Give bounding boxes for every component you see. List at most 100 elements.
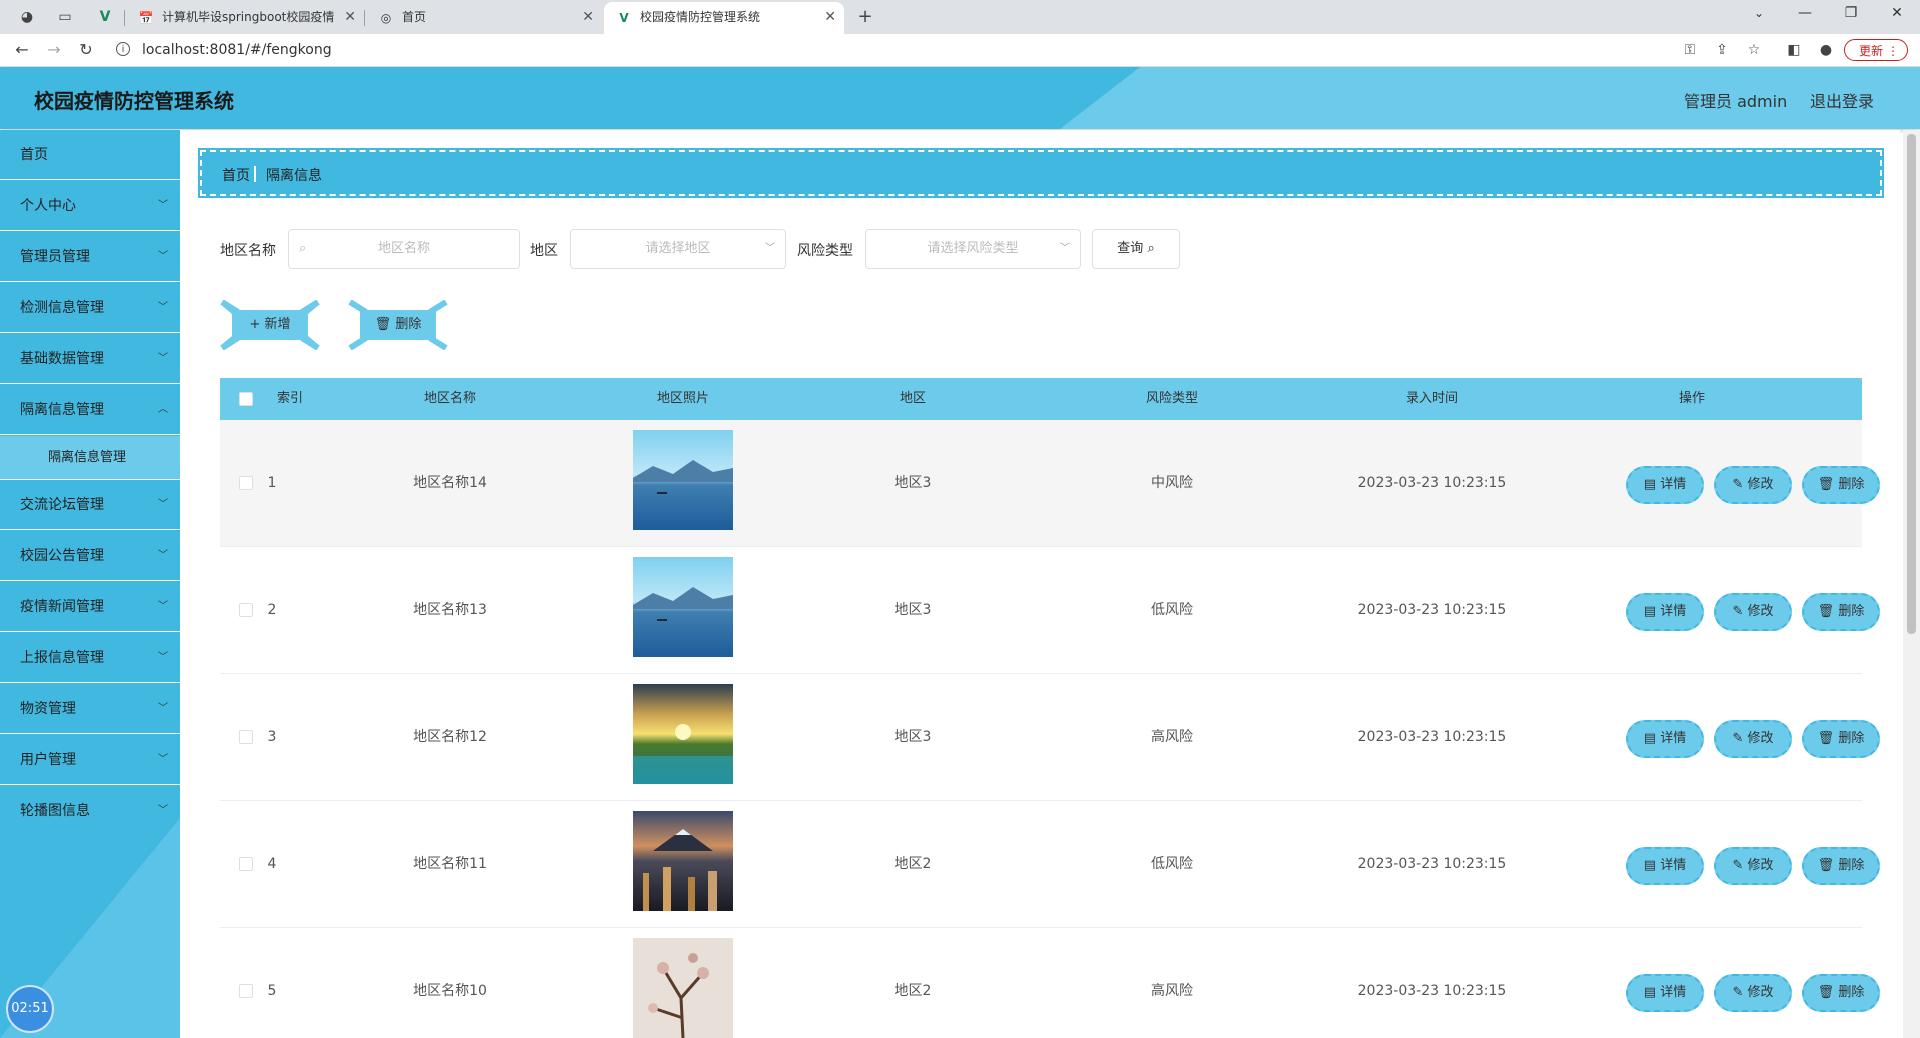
sidebar-item-basedata[interactable]: 基础数据管理 ﹀ <box>0 334 180 384</box>
cell-index: 3 <box>267 729 277 745</box>
breadcrumb: 首页 隔离信息 <box>198 148 1884 198</box>
area-photo-city[interactable] <box>633 811 733 911</box>
back-icon[interactable]: ← <box>10 38 34 62</box>
column-header: 索引 <box>276 391 303 406</box>
page-scrollbar[interactable] <box>1903 130 1920 1038</box>
detail-button[interactable]: ▤ 详情 <box>1626 847 1704 885</box>
batch-delete-button[interactable]: 🗑 删除 <box>348 300 448 350</box>
cell-time: 2023-03-23 10:23:15 <box>1357 983 1507 999</box>
sidebar-item-admins[interactable]: 管理员管理 ﹀ <box>0 232 180 282</box>
trash-icon: 🗑 <box>1817 604 1839 619</box>
sidebar-item-supplies[interactable]: 物资管理 ﹀ <box>0 684 180 734</box>
row-checkbox[interactable] <box>239 857 253 871</box>
sidebar-subitem-isolation[interactable]: 隔离信息管理 <box>0 436 180 480</box>
url-field[interactable]: localhost:8081/#/fengkong <box>142 40 332 60</box>
delete-button[interactable]: 🗑 删除 <box>1802 466 1880 504</box>
edit-button[interactable]: ✎ 修改 <box>1714 466 1792 504</box>
area-select[interactable]: 请选择地区 ﹀ <box>570 229 786 269</box>
share-icon[interactable]: ⇪ <box>1712 40 1732 60</box>
area-photo-lake[interactable] <box>633 557 733 657</box>
reload-icon[interactable]: ↻ <box>74 38 98 62</box>
edit-button[interactable]: ✎ 修改 <box>1714 720 1792 758</box>
tab-springboot[interactable]: 📅 计算机毕设springboot校园疫情 ✕ <box>126 2 364 34</box>
scrollbar-thumb[interactable] <box>1907 134 1916 634</box>
column-header: 风险类型 <box>1145 391 1198 406</box>
detail-button[interactable]: ▤ 详情 <box>1626 974 1704 1012</box>
edit-label: 修改 <box>1747 604 1774 619</box>
doc-icon: ▤ <box>1643 477 1661 492</box>
close-icon[interactable]: ✕ <box>582 2 594 32</box>
table-row: 5 地区名称10 地区2 高风险 2023-03-23 10:23:15 ▤ 详… <box>220 928 1880 1038</box>
key-icon[interactable]: ⚿ <box>1680 40 1700 60</box>
close-icon[interactable]: ✕ <box>344 2 356 32</box>
tab-active[interactable]: V 校园疫情防控管理系统 ✕ <box>604 2 844 34</box>
area-photo-lake[interactable] <box>633 430 733 530</box>
sidebar-item-label: 基础数据管理 <box>20 351 104 367</box>
row-checkbox[interactable] <box>239 984 253 998</box>
restore-icon[interactable]: ❐ <box>1828 0 1874 30</box>
sidebar-item-label: 管理员管理 <box>20 249 90 265</box>
detail-label: 详情 <box>1660 731 1687 746</box>
sidebar-item-home[interactable]: 首页 <box>0 130 180 180</box>
add-button[interactable]: + 新增 <box>220 300 320 350</box>
edit-icon: ✎ <box>1732 858 1748 873</box>
sidebar-item-notice[interactable]: 校园公告管理 ﹀ <box>0 531 180 581</box>
detail-button[interactable]: ▤ 详情 <box>1626 593 1704 631</box>
cell-time: 2023-03-23 10:23:15 <box>1357 729 1507 745</box>
risk-select[interactable]: 请选择风险类型 ﹀ <box>865 229 1081 269</box>
chevron-down-icon: ﹀ <box>765 243 775 254</box>
delete-button[interactable]: 🗑 删除 <box>1802 974 1880 1012</box>
sidebar-item-forum[interactable]: 交流论坛管理 ﹀ <box>0 480 180 530</box>
edit-icon: ✎ <box>1732 604 1748 619</box>
edit-button[interactable]: ✎ 修改 <box>1714 974 1792 1012</box>
delete-button[interactable]: 🗑 删除 <box>1802 720 1880 758</box>
row-checkbox[interactable] <box>239 476 253 490</box>
sidepanel-icon[interactable]: ◧ <box>1784 40 1804 60</box>
query-button[interactable]: 查询 ⌕ <box>1092 229 1180 269</box>
sidebar-item-news[interactable]: 疫情新闻管理 ﹀ <box>0 582 180 632</box>
vue-tab-icon[interactable]: V <box>94 6 116 28</box>
logout-link[interactable]: 退出登录 <box>1810 88 1874 112</box>
area-photo-blossom[interactable] <box>633 938 733 1038</box>
area-photo-sunset[interactable] <box>633 684 733 784</box>
delete-button-label: 🗑 删除 <box>360 310 436 340</box>
sidebar-item-isolation[interactable]: 隔离信息管理 ︿ <box>0 385 180 435</box>
cell-risk: 中风险 <box>1151 475 1193 491</box>
new-tab-icon[interactable]: + <box>854 6 876 28</box>
select-all-checkbox[interactable] <box>239 392 253 406</box>
tab-icon[interactable]: ▭ <box>54 6 76 28</box>
close-icon[interactable]: ✕ <box>824 2 836 32</box>
browser-icon[interactable]: ◕ <box>16 6 38 28</box>
window-close-icon[interactable]: ✕ <box>1874 0 1920 30</box>
info-icon[interactable]: i <box>116 42 130 56</box>
forward-icon[interactable]: → <box>42 38 66 62</box>
delete-button[interactable]: 🗑 删除 <box>1802 847 1880 885</box>
trash-icon: 🗑 <box>1817 731 1839 746</box>
chevron-down-icon: ﹀ <box>158 302 168 313</box>
update-button[interactable]: 更新 ⋮ <box>1844 39 1908 61</box>
doc-icon: ▤ <box>1643 985 1661 1000</box>
star-icon[interactable]: ☆ <box>1744 40 1764 60</box>
sidebar-item-users[interactable]: 用户管理 ﹀ <box>0 735 180 785</box>
detail-button[interactable]: ▤ 详情 <box>1626 720 1704 758</box>
minimize-icon[interactable]: — <box>1782 0 1828 30</box>
edit-button[interactable]: ✎ 修改 <box>1714 593 1792 631</box>
sidebar-item-report[interactable]: 上报信息管理 ﹀ <box>0 633 180 683</box>
row-checkbox[interactable] <box>239 603 253 617</box>
profile-icon[interactable]: ● <box>1816 40 1836 60</box>
sidebar-item-carousel[interactable]: 轮播图信息 ﹀ <box>0 786 180 836</box>
cell-name: 地区名称10 <box>413 983 487 999</box>
edit-button[interactable]: ✎ 修改 <box>1714 847 1792 885</box>
detail-button[interactable]: ▤ 详情 <box>1626 466 1704 504</box>
delete-button[interactable]: 🗑 删除 <box>1802 593 1880 631</box>
tab-search-icon[interactable]: ⌄ <box>1736 0 1782 30</box>
address-bar: ← → ↻ i localhost:8081/#/fengkong ⚿ ⇪ ☆ … <box>0 34 1920 67</box>
cell-index: 4 <box>267 856 277 872</box>
delete-label: 删除 <box>1838 731 1865 746</box>
tab-home[interactable]: ◎ 首页 ✕ <box>366 2 602 34</box>
breadcrumb-home[interactable]: 首页 <box>222 165 250 185</box>
row-checkbox[interactable] <box>239 730 253 744</box>
name-search-input[interactable]: ⌕ 地区名称 <box>288 229 520 269</box>
sidebar-item-profile[interactable]: 个人中心 ﹀ <box>0 181 180 231</box>
sidebar-item-testing[interactable]: 检测信息管理 ﹀ <box>0 283 180 333</box>
